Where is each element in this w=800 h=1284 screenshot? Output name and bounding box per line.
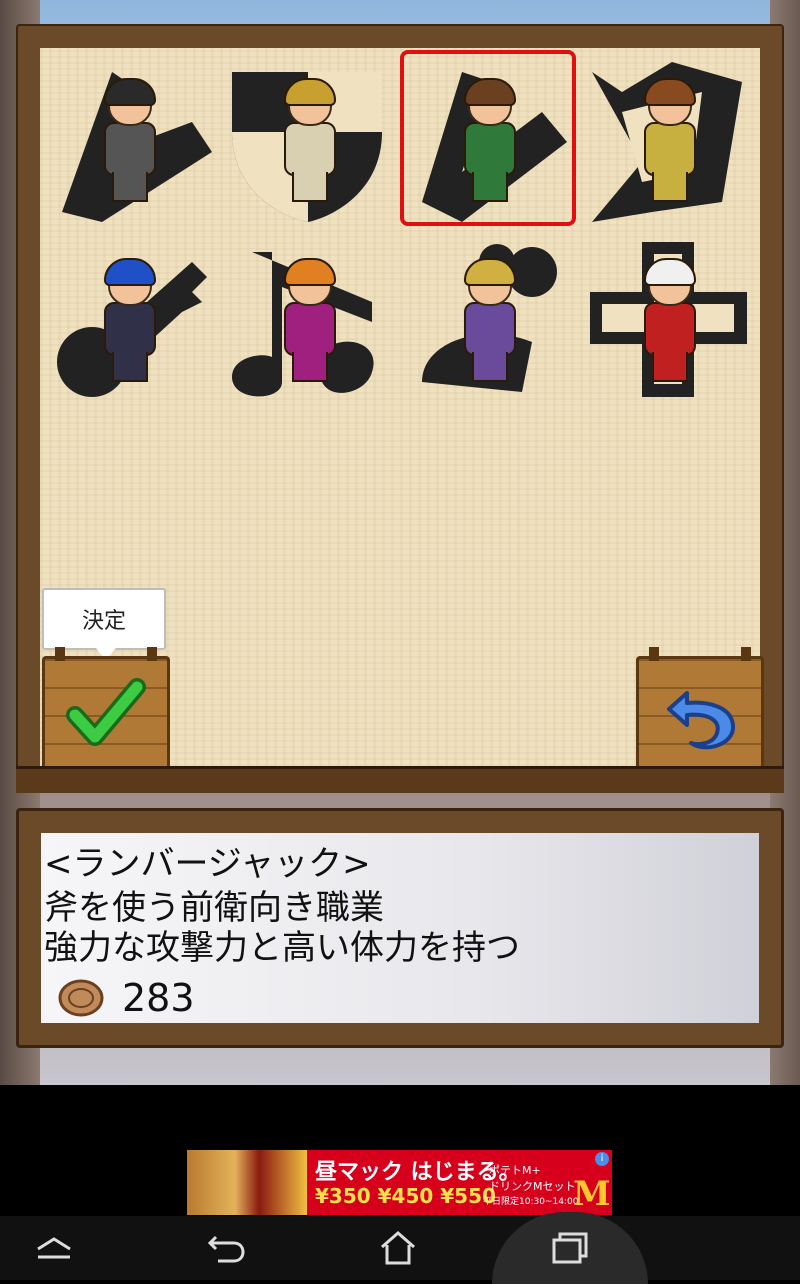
character-slot-priest[interactable] (582, 232, 754, 404)
ad-sub1: ポテトM+ ドリンクMセット (489, 1164, 576, 1193)
checkmark-icon (66, 678, 146, 746)
job-name: <ランバージャック> (44, 844, 371, 884)
confirm-button[interactable] (42, 647, 170, 774)
character-sprite (98, 258, 158, 382)
nav-recents-icon (552, 1232, 588, 1264)
character-sprite (278, 78, 338, 202)
back-button[interactable] (636, 647, 764, 774)
character-sprite (638, 258, 698, 382)
ad-sub2: 平日限定10:30~14:00 (483, 1197, 579, 1207)
character-slot-fighter[interactable] (42, 52, 214, 224)
confirm-tooltip: 決定 (42, 588, 166, 660)
character-slot-knight[interactable] (222, 52, 394, 224)
character-sprite (98, 78, 158, 202)
ad-prices: ¥350 ¥450 ¥550 (315, 1184, 496, 1208)
character-slot-bard[interactable] (42, 232, 214, 404)
nav-recents-button[interactable] (522, 1222, 618, 1274)
character-slot-lumberjack[interactable] (400, 50, 576, 226)
nav-hide-keyboard-icon (37, 1237, 71, 1259)
character-sprite (458, 258, 518, 382)
system-navbar (0, 1212, 800, 1284)
character-slot-ranger[interactable] (582, 52, 754, 224)
ad-food-image (187, 1150, 307, 1215)
ad-info-icon[interactable]: i (595, 1152, 609, 1166)
board-bottom-rail (16, 766, 784, 793)
character-sprite (278, 258, 338, 382)
character-slot-dancer[interactable] (222, 232, 394, 404)
coin-icon (58, 979, 104, 1017)
coin-count: 283 (122, 976, 195, 1020)
job-description-line2: 強力な攻撃力と高い体力を持つ (44, 928, 520, 968)
nav-home-button[interactable] (350, 1222, 446, 1274)
undo-arrow-icon (667, 691, 736, 750)
nav-hide-keyboard-button[interactable] (6, 1222, 102, 1274)
nav-back-button[interactable] (180, 1222, 276, 1274)
nav-back-icon (207, 1235, 245, 1263)
character-slot-mage[interactable] (402, 232, 574, 404)
nav-home-icon (381, 1231, 415, 1265)
ad-logo: M (573, 1174, 611, 1214)
character-sprite (458, 78, 518, 202)
character-sprite (638, 78, 698, 202)
ad-banner[interactable]: 昼マック はじまる。 ¥350 ¥450 ¥550 ポテトM+ ドリンクMセット … (187, 1150, 612, 1215)
job-description-line1: 斧を使う前衛向き職業 (44, 888, 384, 928)
confirm-control[interactable]: 決定 (42, 588, 170, 774)
